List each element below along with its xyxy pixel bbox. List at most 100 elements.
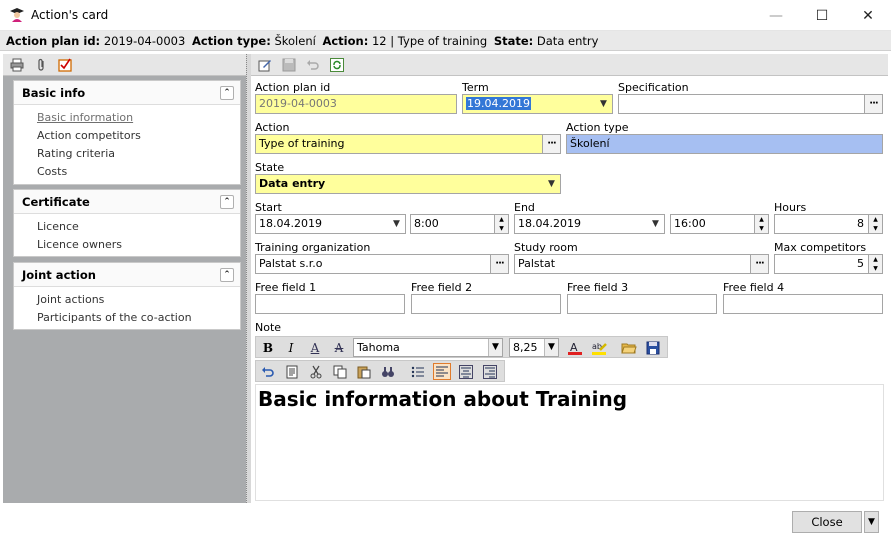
close-window-button[interactable]: ✕: [845, 0, 891, 31]
footer: [0, 503, 891, 543]
spin-buttons[interactable]: ▲ ▼: [868, 215, 882, 233]
attachment-icon[interactable]: [33, 57, 49, 73]
undo-icon[interactable]: [259, 363, 277, 380]
checklist-icon[interactable]: [57, 57, 73, 73]
nav-participants-co-action[interactable]: Participants of the co-action: [14, 309, 240, 327]
nav-licence[interactable]: Licence: [14, 218, 240, 236]
browse-button[interactable]: ···: [542, 135, 560, 153]
paste-icon[interactable]: [355, 363, 373, 380]
document-icon[interactable]: [283, 363, 301, 380]
align-center-icon[interactable]: [457, 363, 475, 380]
collapse-icon[interactable]: ⌃: [220, 195, 234, 209]
chevron-down-icon[interactable]: ▼: [544, 339, 558, 356]
minimize-button[interactable]: —: [753, 0, 799, 31]
nav-action-competitors[interactable]: Action competitors: [14, 127, 240, 145]
specification-label: Specification: [618, 81, 689, 94]
plan-id-input[interactable]: 2019-04-0003: [255, 94, 457, 114]
state-text: Data entry: [259, 177, 326, 190]
plan-id-label: Action plan id:: [6, 34, 101, 48]
plan-id-field-label: Action plan id: [255, 81, 331, 94]
print-icon[interactable]: [9, 57, 25, 73]
hours-label: Hours: [774, 201, 807, 214]
spin-buttons[interactable]: ▲ ▼: [868, 255, 882, 273]
state-select[interactable]: Data entry ▼: [255, 174, 561, 194]
undo-icon[interactable]: [305, 57, 321, 73]
end-time-text: 16:00: [674, 217, 706, 230]
edit-icon[interactable]: [257, 57, 273, 73]
free-field-3-input[interactable]: [567, 294, 717, 314]
find-icon[interactable]: [379, 363, 397, 380]
spin-buttons[interactable]: ▲ ▼: [754, 215, 768, 233]
open-folder-icon[interactable]: [620, 339, 638, 356]
italic-button[interactable]: I: [282, 339, 300, 356]
end-time-stepper[interactable]: 16:00 ▲ ▼: [670, 214, 769, 234]
max-competitors-stepper[interactable]: 5 ▲ ▼: [774, 254, 883, 274]
browse-button[interactable]: ···: [750, 255, 768, 273]
nav-licence-owners[interactable]: Licence owners: [14, 236, 240, 254]
chevron-down-icon[interactable]: ▼: [543, 175, 560, 193]
bullet-list-icon[interactable]: [409, 363, 427, 380]
group-header[interactable]: Certificate ⌃: [14, 190, 240, 214]
free-field-4-input[interactable]: [723, 294, 883, 314]
action-label: Action:: [322, 34, 369, 48]
chevron-down-icon[interactable]: ▼: [388, 215, 405, 233]
graduate-icon: [10, 8, 24, 22]
group-header[interactable]: Basic info ⌃: [14, 81, 240, 105]
collapse-icon[interactable]: ⌃: [220, 86, 234, 100]
end-date-select[interactable]: 18.04.2019 ▼: [514, 214, 665, 234]
chevron-down-icon[interactable]: ▼: [647, 215, 664, 233]
action-field-label: Action: [255, 121, 290, 134]
note-content: Basic information about Training: [258, 387, 628, 411]
save-icon[interactable]: [281, 57, 297, 73]
browse-button[interactable]: ···: [490, 255, 508, 273]
training-org-input[interactable]: Palstat s.r.o ···: [255, 254, 509, 274]
free-field-4-label: Free field 4: [723, 281, 785, 294]
action-input[interactable]: Type of training ···: [255, 134, 561, 154]
start-time-stepper[interactable]: 8:00 ▲ ▼: [410, 214, 509, 234]
save-icon[interactable]: [644, 339, 662, 356]
collapse-icon[interactable]: ⌃: [220, 268, 234, 282]
browse-button[interactable]: ···: [864, 95, 882, 113]
bold-button[interactable]: B: [259, 339, 277, 356]
refresh-icon[interactable]: [329, 57, 345, 73]
state-value: Data entry: [536, 34, 599, 48]
action-type-input[interactable]: Školení: [566, 134, 883, 154]
action-type-label: Action type:: [191, 34, 271, 48]
cut-icon[interactable]: [307, 363, 325, 380]
group-title: Joint action: [22, 268, 96, 282]
strikethrough-button[interactable]: A: [330, 339, 348, 356]
specification-input[interactable]: ···: [618, 94, 883, 114]
underline-button[interactable]: A: [306, 339, 324, 356]
nav-basic-information[interactable]: Basic information: [14, 109, 240, 127]
font-family-select[interactable]: Tahoma ▼: [353, 338, 503, 357]
term-select[interactable]: 19.04.2019 ▼: [462, 94, 613, 114]
align-right-icon[interactable]: [481, 363, 499, 380]
nav-costs[interactable]: Costs: [14, 163, 240, 181]
start-date-select[interactable]: 18.04.2019 ▼: [255, 214, 406, 234]
copy-icon[interactable]: [331, 363, 349, 380]
hours-stepper[interactable]: 8 ▲ ▼: [774, 214, 883, 234]
font-color-icon[interactable]: A: [566, 339, 584, 356]
free-field-1-input[interactable]: [255, 294, 405, 314]
chevron-down-icon[interactable]: ▼: [864, 511, 879, 533]
note-editor[interactable]: Basic information about Training: [255, 384, 884, 501]
action-type-text: Školení: [570, 137, 610, 150]
align-left-icon[interactable]: [433, 363, 451, 380]
training-org-text: Palstat s.r.o: [259, 257, 323, 270]
term-text: 19.04.2019: [466, 97, 531, 110]
font-size-select[interactable]: 8,25 ▼: [509, 338, 559, 357]
close-button[interactable]: Close: [792, 511, 862, 533]
nav-joint-actions[interactable]: Joint actions: [14, 291, 240, 309]
spin-buttons[interactable]: ▲ ▼: [494, 215, 508, 233]
start-label: Start: [255, 201, 282, 214]
nav-rating-criteria[interactable]: Rating criteria: [14, 145, 240, 163]
chevron-down-icon[interactable]: ▼: [595, 95, 612, 113]
chevron-down-icon[interactable]: ▼: [488, 339, 502, 356]
free-field-2-input[interactable]: [411, 294, 561, 314]
group-header[interactable]: Joint action ⌃: [14, 263, 240, 287]
study-room-input[interactable]: Palstat ···: [514, 254, 769, 274]
highlight-icon[interactable]: ab: [590, 339, 608, 356]
detail-panel: Action plan id 2019-04-0003 Term 19.04.2…: [251, 54, 888, 503]
maximize-button[interactable]: ☐: [799, 0, 845, 31]
action-value: 12 | Type of training: [371, 34, 488, 48]
